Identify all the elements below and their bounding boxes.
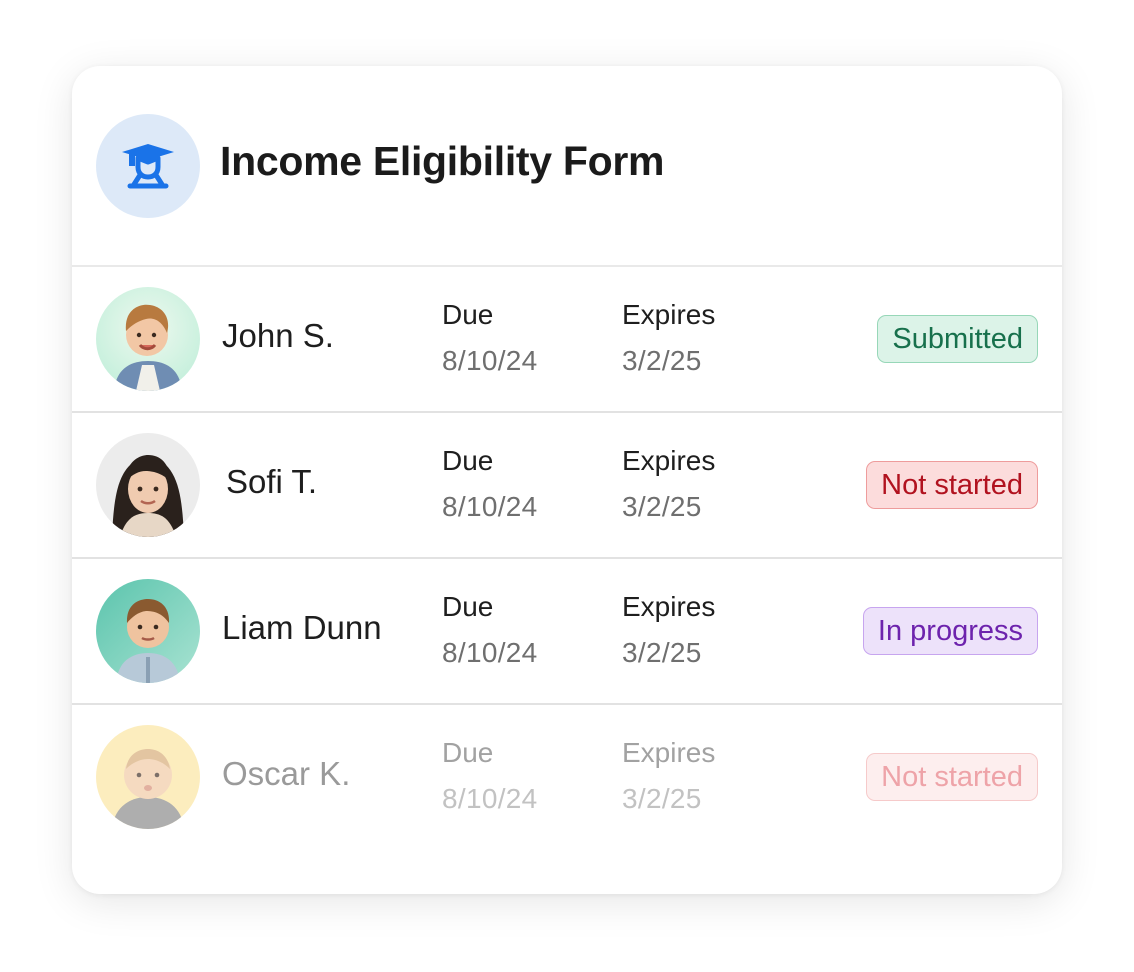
status-badge: Submitted xyxy=(877,315,1038,363)
graduate-student-icon xyxy=(96,114,200,218)
due-date: 8/10/24 xyxy=(442,491,538,522)
expires-label: Expires xyxy=(622,445,716,476)
status-badge: Not started xyxy=(866,753,1038,801)
student-name: John S. xyxy=(222,317,334,354)
eligibility-form-card: Income Eligibility Form John S. Due 8/10… xyxy=(72,66,1062,894)
student-name: Liam Dunn xyxy=(222,609,382,646)
expires-label: Expires xyxy=(622,737,716,768)
expires-date: 3/2/25 xyxy=(622,783,702,814)
due-date: 8/10/24 xyxy=(442,345,538,376)
due-label: Due xyxy=(442,445,494,476)
expires-label: Expires xyxy=(622,299,716,330)
status-badge: In progress xyxy=(862,607,1038,655)
status-badge: Not started xyxy=(866,461,1038,509)
due-label: Due xyxy=(442,591,494,622)
student-name: Oscar K. xyxy=(222,755,351,792)
due-label: Due xyxy=(442,737,494,768)
student-row[interactable]: Sofi T. Due 8/10/24 Expires 3/2/25 Not s… xyxy=(72,413,1062,559)
expires-date: 3/2/25 xyxy=(622,491,702,522)
card-header: Income Eligibility Form xyxy=(72,66,1062,267)
due-date: 8/10/24 xyxy=(442,637,538,668)
expires-label: Expires xyxy=(622,591,716,622)
student-row[interactable]: Liam Dunn Due 8/10/24 Expires 3/2/25 In … xyxy=(72,559,1062,705)
form-title: Income Eligibility Form xyxy=(220,138,665,184)
avatar xyxy=(96,287,200,391)
avatar xyxy=(96,433,200,537)
avatar xyxy=(96,579,200,683)
student-row[interactable]: John S. Due 8/10/24 Expires 3/2/25 Submi… xyxy=(72,267,1062,413)
student-row[interactable]: Oscar K. Due 8/10/24 Expires 3/2/25 Not … xyxy=(72,705,1062,849)
expires-date: 3/2/25 xyxy=(622,637,702,668)
expires-date: 3/2/25 xyxy=(622,345,702,376)
student-name: Sofi T. xyxy=(226,463,318,500)
avatar xyxy=(96,725,200,829)
due-label: Due xyxy=(442,299,494,330)
due-date: 8/10/24 xyxy=(442,783,538,814)
